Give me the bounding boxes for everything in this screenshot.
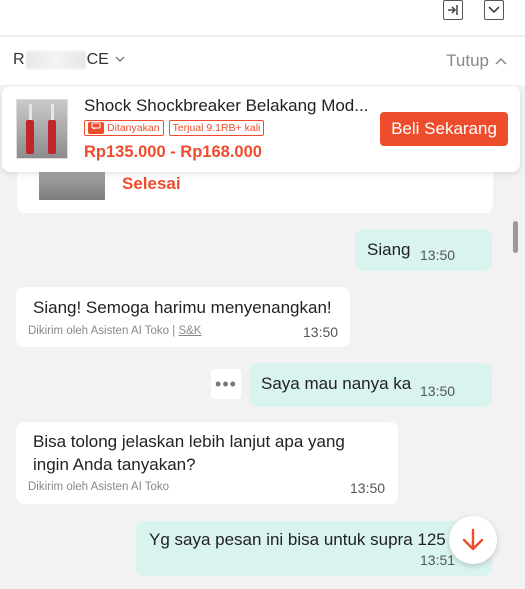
sold-badge: Terjual 9.1RB+ kali bbox=[168, 120, 265, 136]
shop-name-selector[interactable]: R CE bbox=[13, 51, 125, 69]
message-time: 13:50 bbox=[350, 480, 386, 496]
message-time: 13:50 bbox=[420, 247, 456, 263]
chevron-down-icon bbox=[115, 54, 125, 66]
message-sender: Dikirim oleh Asisten AI Toko | S&K bbox=[28, 325, 202, 337]
message-text-line-1: Bisa tolong jelaskan lebih lanjut apa ya… bbox=[33, 432, 345, 451]
close-product-button[interactable]: Tutup bbox=[446, 51, 507, 71]
message-time: 13:50 bbox=[420, 383, 456, 399]
message-bubble: Saya mau nanya ka 13:50 bbox=[249, 363, 492, 407]
scrollbar[interactable] bbox=[513, 221, 518, 253]
minimize-icon[interactable] bbox=[484, 0, 504, 20]
product-card[interactable]: Shock Shockbreaker Belakang Mod... Ditan… bbox=[2, 86, 520, 172]
message-text: Siang! Semoga harimu menyenangkan! bbox=[33, 298, 332, 317]
chevron-up-icon bbox=[495, 57, 507, 65]
product-price: Rp135.000 - Rp168.000 bbox=[84, 143, 262, 161]
top-toolbar bbox=[0, 0, 525, 36]
enter-icon[interactable] bbox=[443, 0, 463, 20]
product-image bbox=[16, 99, 68, 159]
product-title: Shock Shockbreaker Belakang Mod... bbox=[84, 96, 369, 115]
more-icon[interactable]: ••• bbox=[211, 369, 241, 399]
message-bubble: Siang 13:50 bbox=[355, 229, 492, 271]
close-label: Tutup bbox=[446, 51, 489, 70]
shop-name-prefix: R bbox=[13, 51, 25, 68]
order-status: Selesai bbox=[122, 174, 181, 193]
message-text: Siang bbox=[367, 240, 411, 259]
message-time: 13:51 bbox=[420, 552, 456, 568]
message-text: Yg saya pesan ini bisa untuk supra 125 bbox=[149, 530, 446, 549]
message-text: Saya mau nanya ka bbox=[261, 374, 412, 393]
message-bubble: Bisa tolong jelaskan lebih lanjut apa ya… bbox=[16, 422, 398, 504]
buy-now-button[interactable]: Beli Sekarang bbox=[380, 112, 508, 146]
message-time: 13:50 bbox=[303, 324, 339, 340]
message-sender: Dikirim oleh Asisten AI Toko bbox=[28, 481, 170, 493]
message-bubble: Siang! Semoga harimu menyenangkan! Dikir… bbox=[16, 287, 350, 347]
message-bubble: Yg saya pesan ini bisa untuk supra 125 1… bbox=[136, 521, 492, 576]
message-text-line-2: ingin Anda tanyakan? bbox=[33, 455, 196, 474]
terms-link[interactable]: S&K bbox=[178, 325, 201, 337]
product-badges: Ditanyakan Terjual 9.1RB+ kali bbox=[84, 120, 265, 136]
shop-name-suffix: CE bbox=[86, 51, 109, 68]
asked-badge: Ditanyakan bbox=[84, 120, 164, 136]
arrow-down-icon bbox=[462, 528, 484, 551]
chat-icon bbox=[88, 122, 104, 134]
asked-badge-label: Ditanyakan bbox=[107, 122, 160, 134]
scroll-to-bottom-button[interactable] bbox=[449, 516, 497, 564]
redacted-shop-name bbox=[25, 51, 86, 69]
shop-header: R CE Tutup bbox=[0, 37, 525, 85]
